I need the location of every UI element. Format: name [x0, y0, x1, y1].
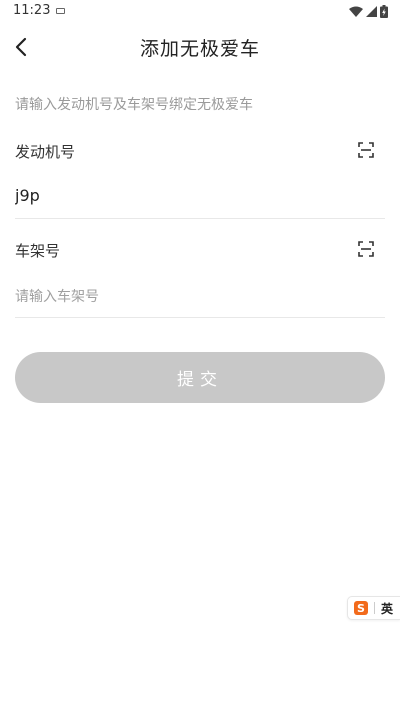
status-time: 11:23 [13, 3, 51, 18]
header: 添加无极爱车 [0, 22, 400, 74]
separator [374, 602, 375, 614]
divider [15, 218, 385, 219]
scan-icon [358, 142, 374, 158]
hint-text: 请输入发动机号及车架号绑定无极爱车 [15, 97, 253, 113]
scan-icon [358, 241, 374, 257]
frame-scan-button[interactable] [358, 241, 374, 257]
frame-number-input[interactable] [15, 284, 385, 306]
wifi-icon [349, 6, 363, 17]
status-icons [349, 4, 388, 18]
engine-scan-button[interactable] [358, 142, 374, 158]
battery-charging-icon [380, 4, 388, 18]
sogou-logo-icon: S [354, 601, 368, 615]
divider [15, 317, 385, 318]
status-bar: 11:23 [0, 0, 400, 22]
signal-icon [366, 5, 377, 17]
engine-number-label: 发动机号 [15, 143, 76, 161]
sim-card-icon [56, 8, 65, 14]
engine-number-input[interactable] [15, 184, 385, 206]
ime-language-label: 英 [381, 601, 394, 616]
page-title: 添加无极爱车 [139, 38, 260, 60]
submit-button[interactable]: 提交 [15, 352, 385, 403]
ime-floating-badge[interactable]: S 英 [347, 596, 400, 620]
frame-number-label: 车架号 [15, 242, 61, 260]
